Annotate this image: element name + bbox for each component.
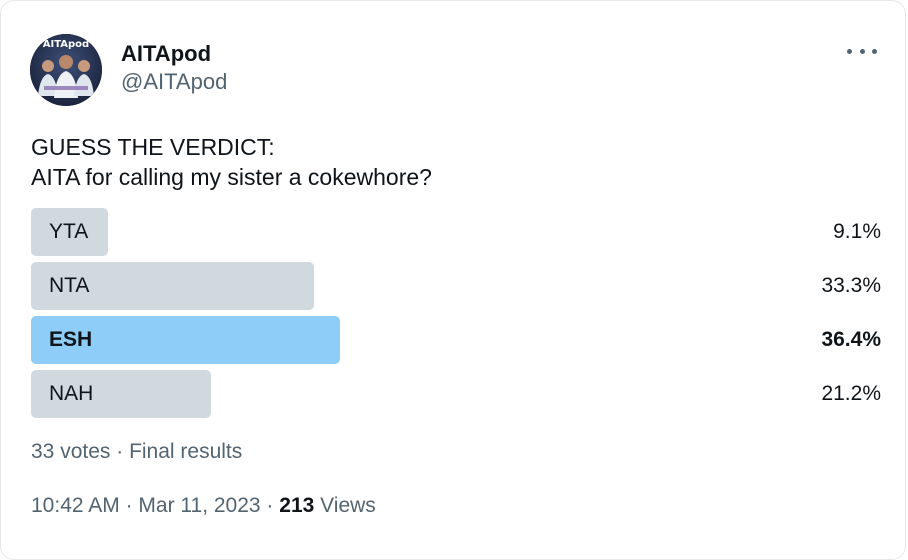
poll-option-label: YTA (49, 220, 89, 243)
avatar[interactable]: AITApod (30, 34, 102, 106)
poll-vote-count: 33 votes (31, 440, 111, 463)
tweet-time[interactable]: 10:42 AM (31, 494, 120, 517)
author-names: AITApod @AITApod (121, 41, 227, 97)
poll-option-percent: 36.4% (821, 328, 881, 351)
more-dot (859, 48, 865, 54)
tweet-date[interactable]: Mar 11, 2023 (138, 494, 260, 517)
views-count: 213 (279, 494, 315, 517)
separator-dot: · (119, 494, 139, 517)
more-options-icon[interactable] (847, 39, 877, 63)
poll-option-esh: ESH 36.4% (31, 316, 881, 364)
separator-dot: · (260, 494, 280, 517)
poll-meta: 33 votes · Final results (31, 438, 242, 466)
poll-option-label: NAH (49, 382, 94, 405)
avatar-image: AITApod (30, 34, 102, 106)
tweet-text: GUESS THE VERDICT: AITA for calling my s… (31, 132, 432, 192)
poll-status: Final results (129, 440, 243, 463)
poll-option-yta: YTA 9.1% (31, 208, 881, 256)
tweet-header: AITApod AITApod @AITApod (30, 34, 227, 106)
author-handle[interactable]: @AITApod (121, 67, 227, 97)
poll-option-label: ESH (49, 328, 93, 351)
author-display-name[interactable]: AITApod (121, 41, 227, 67)
tweet-text-line-1: GUESS THE VERDICT: (31, 134, 275, 160)
more-dot (872, 48, 877, 54)
views-label: Views (314, 494, 376, 517)
poll-option-percent: 33.3% (821, 274, 881, 297)
tweet-meta: 10:42 AM · Mar 11, 2023 · 213 Views (31, 492, 376, 520)
avatar-logo-text: AITApod (43, 39, 89, 50)
poll-option-percent: 21.2% (821, 382, 881, 405)
tweet-card: AITApod AITApod @AITApod GUESS THE VERDI… (0, 0, 906, 560)
more-dot (847, 48, 852, 54)
separator-dot: · (110, 440, 130, 463)
poll: YTA 9.1% NTA 33.3% ESH 36.4% NAH 21.2% (31, 208, 881, 424)
tweet-text-line-2: AITA for calling my sister a cokewhore? (31, 164, 432, 190)
poll-option-label: NTA (49, 274, 90, 297)
poll-option-percent: 9.1% (833, 220, 881, 243)
poll-option-nah: NAH 21.2% (31, 370, 881, 418)
poll-option-nta: NTA 33.3% (31, 262, 881, 310)
